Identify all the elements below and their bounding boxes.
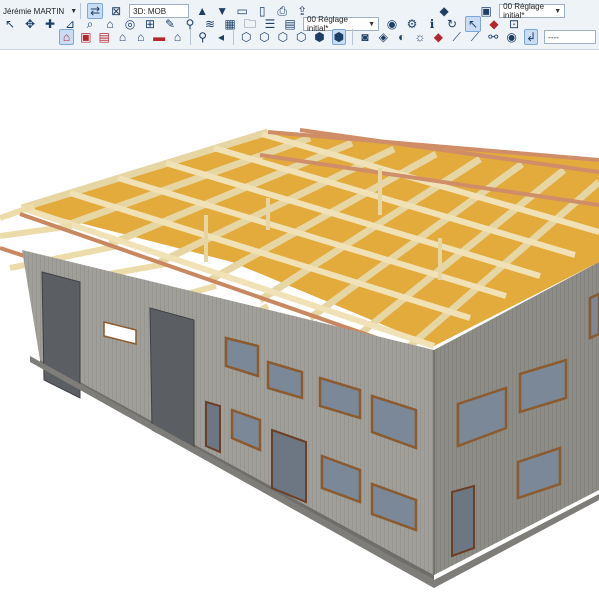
building-model: [0, 128, 599, 588]
link-icon[interactable]: ⚯: [487, 30, 499, 44]
cube-2-icon[interactable]: ⬡: [258, 30, 270, 44]
cube-shaded-icon[interactable]: ⬢: [331, 29, 346, 45]
render-settings-icon[interactable]: ◈: [377, 30, 389, 44]
toolbar-row-2: ⌂ ▣ ▤ ⌂ ⌂ ▬ ⌂ ⚲ ◂ ⬡ ⬡ ⬡ ⬡ ⬢ ⬢ ◙ ◈ ◐ ☼ ◆ …: [0, 26, 599, 48]
cube-5-icon[interactable]: ⬢: [313, 30, 325, 44]
cube-3-icon[interactable]: ⬡: [277, 30, 289, 44]
roof-red-icon[interactable]: ▬: [153, 30, 165, 44]
cube-1-icon[interactable]: ⬡: [240, 30, 252, 44]
pin-icon[interactable]: ⚲: [197, 30, 209, 44]
snap-icon[interactable]: ↲: [523, 29, 539, 45]
measure-icon[interactable]: ⟋: [451, 30, 463, 44]
home-selection-icon[interactable]: ⌂: [59, 29, 74, 45]
ruler-icon[interactable]: ⟋: [469, 30, 481, 44]
scale-field[interactable]: ----: [544, 30, 597, 44]
shadow-icon[interactable]: ◐: [396, 30, 408, 44]
toolbar: Jérémie MARTIN ▼ ⇄ ⊠ 3D: MOB ▲ ▼ ▭ ▯ ⎙ ⇪…: [0, 0, 599, 50]
separator: [352, 29, 353, 45]
separator: [233, 29, 235, 45]
cube-4-icon[interactable]: ⬡: [295, 30, 307, 44]
camera-photo-icon[interactable]: ◙: [359, 30, 371, 44]
house-small-icon[interactable]: ⌂: [171, 30, 183, 44]
separator: [189, 29, 191, 45]
scale-field-text: ----: [548, 32, 559, 42]
section-icon[interactable]: ▣: [80, 30, 92, 44]
3d-viewport[interactable]: [0, 50, 599, 601]
play-back-icon[interactable]: ◂: [215, 30, 227, 44]
elevation-icon[interactable]: ▤: [98, 30, 110, 44]
house-outline-icon[interactable]: ⌂: [116, 30, 128, 44]
sun-icon[interactable]: ☼: [414, 30, 426, 44]
eye-icon[interactable]: ◉: [506, 30, 518, 44]
marker-icon[interactable]: ◆: [432, 30, 444, 44]
house-icon[interactable]: ⌂: [135, 30, 147, 44]
side-door: [451, 484, 475, 558]
